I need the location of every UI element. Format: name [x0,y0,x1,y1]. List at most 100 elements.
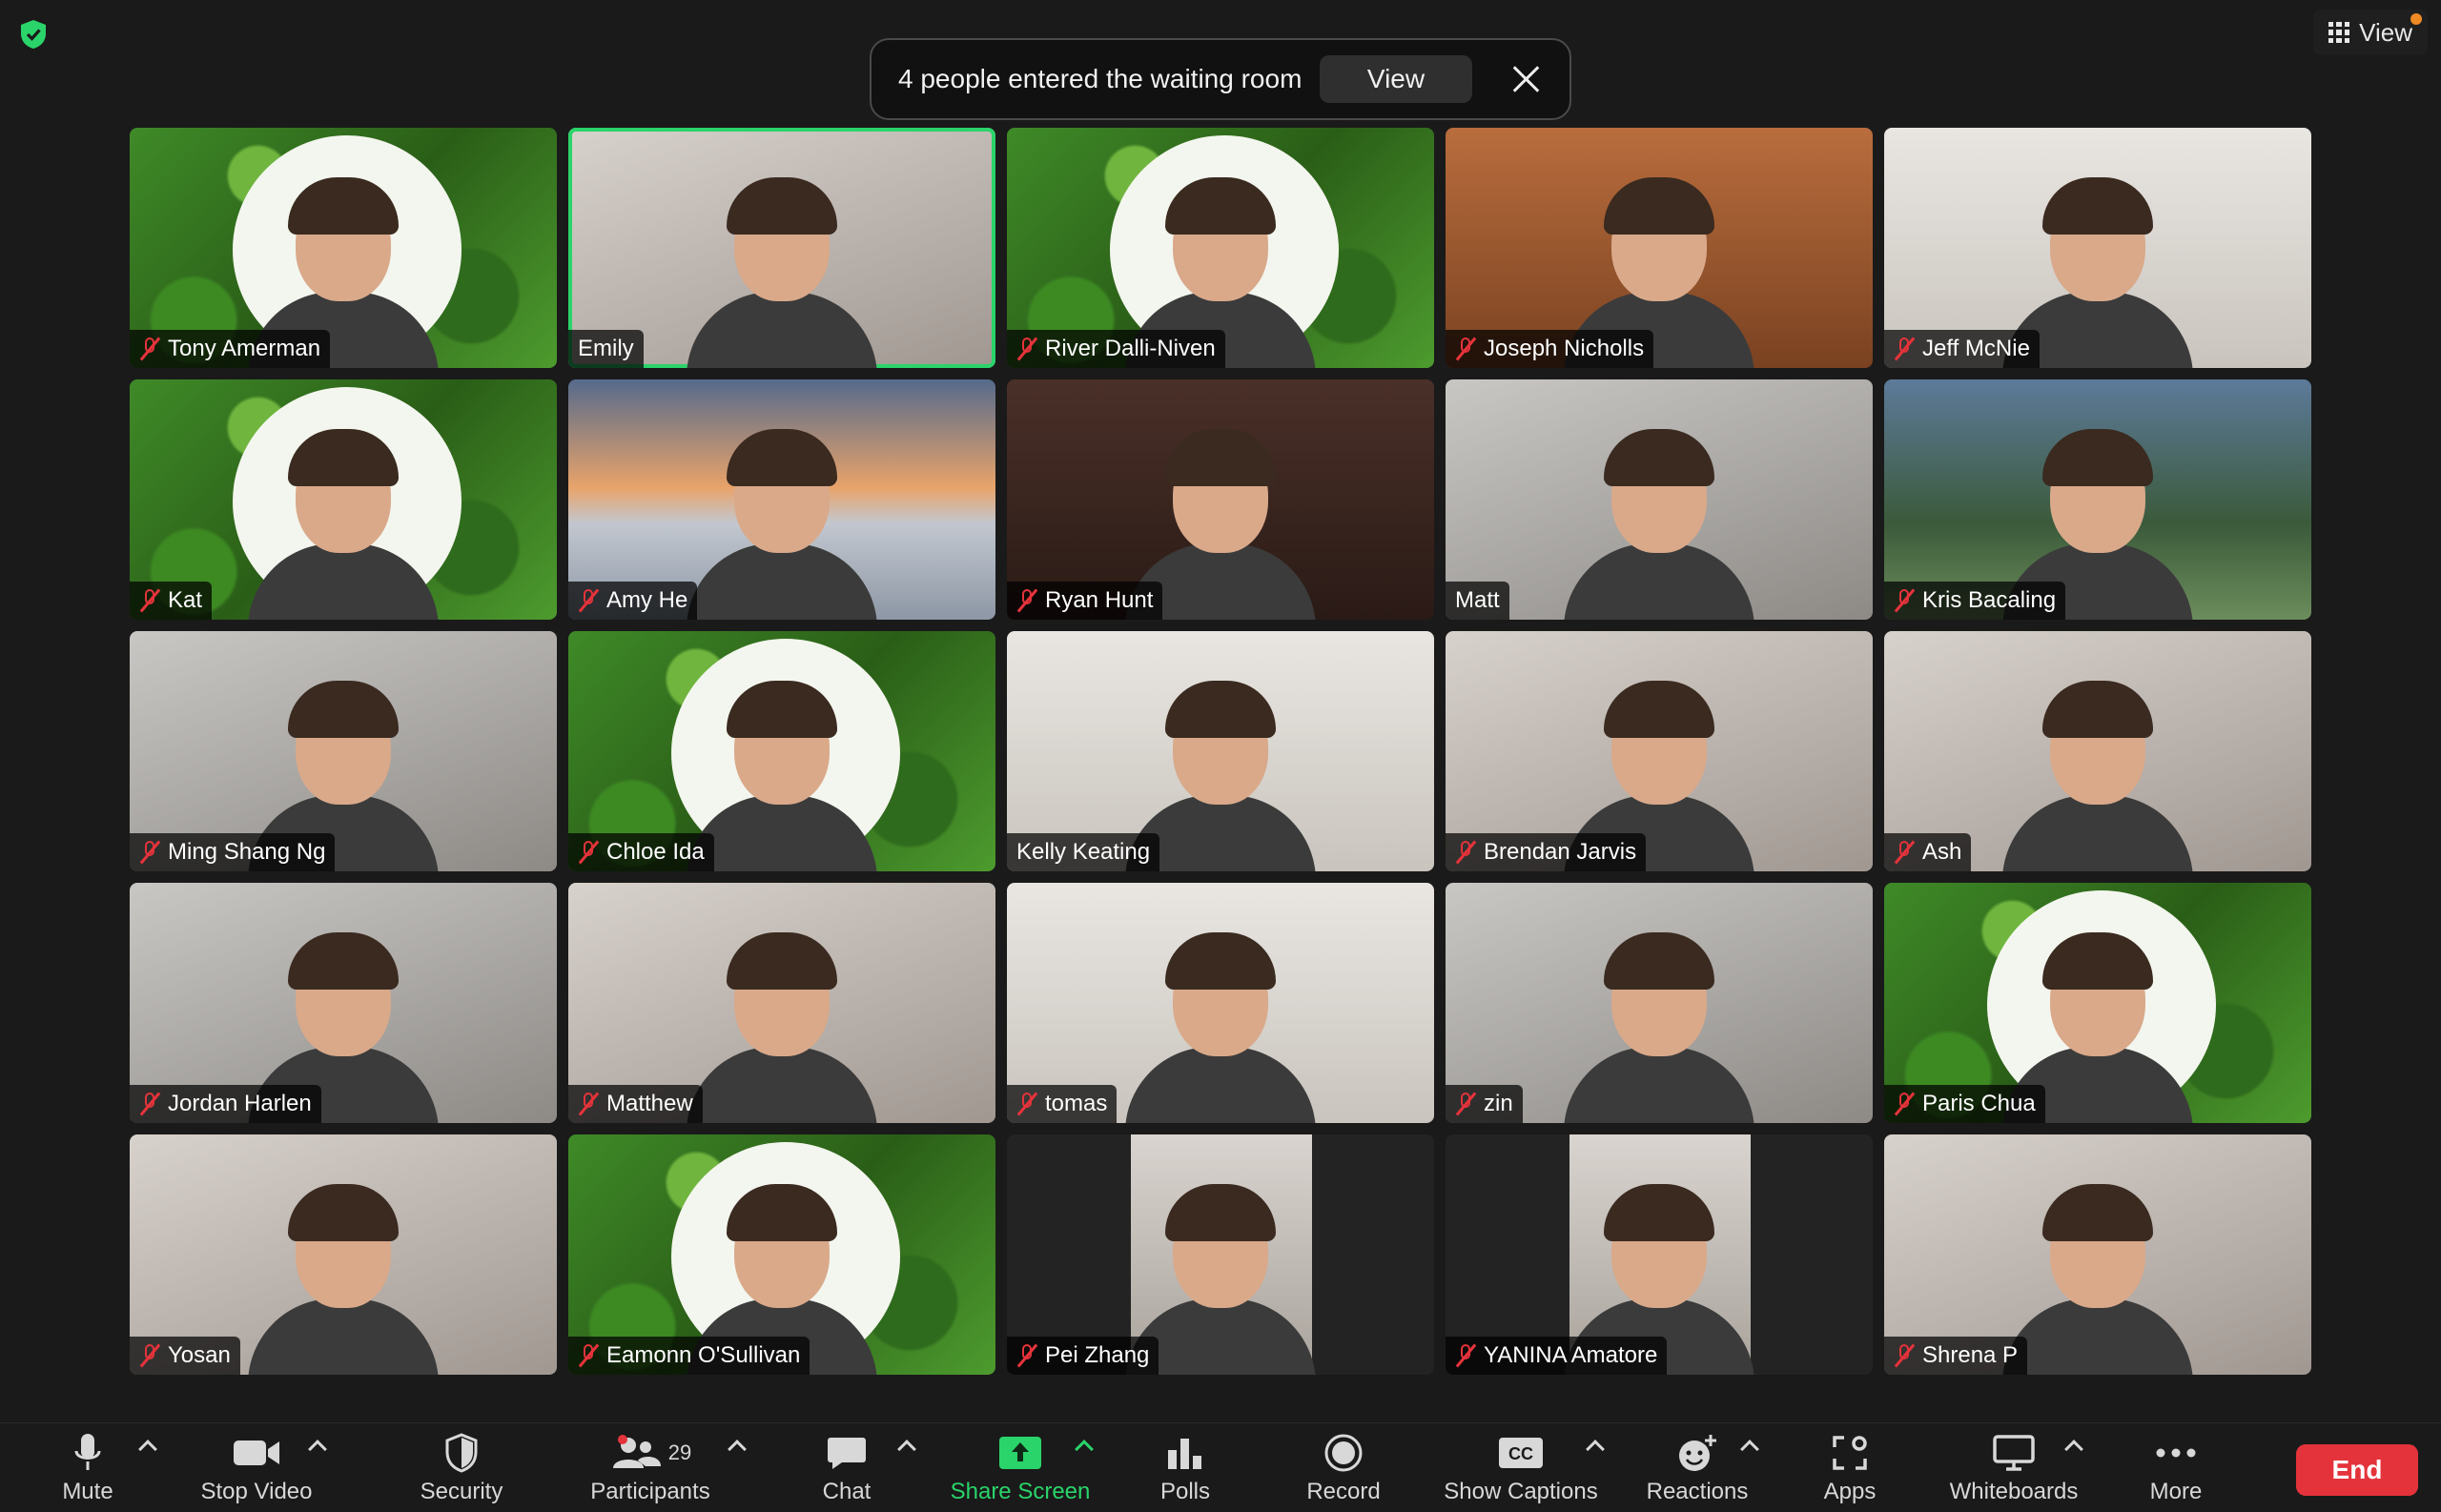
participant-name-tag: Eamonn O'Sullivan [568,1337,810,1375]
video-tile[interactable]: Matthew [568,883,995,1123]
participant-video [248,429,439,620]
chat-options-chevron-icon[interactable] [897,1440,916,1459]
grid-icon [2328,22,2350,43]
video-tile[interactable]: Kelly Keating [1007,631,1434,871]
waiting-room-banner: 4 people entered the waiting room View [870,38,1571,120]
record-icon [1323,1429,1364,1477]
participant-name-tag: Ryan Hunt [1007,582,1163,620]
share-screen-button[interactable]: Share Screen [944,1429,1097,1505]
muted-microphone-icon [139,588,161,613]
muted-microphone-icon [1455,1343,1477,1368]
waiting-room-message: 4 people entered the waiting room [898,64,1303,93]
captions-badge-text: CC [1508,1444,1533,1463]
video-tile[interactable]: Brendan Jarvis [1446,631,1873,871]
participants-options-chevron-icon[interactable] [728,1440,747,1459]
encryption-shield-icon[interactable] [19,19,48,50]
apps-label: Apps [1823,1479,1877,1504]
end-meeting-button[interactable]: End [2296,1444,2418,1496]
video-tile[interactable]: tomas [1007,883,1434,1123]
video-tile[interactable]: Emily [568,128,995,368]
muted-microphone-icon [139,337,161,361]
video-tile[interactable]: YANINA Amatore [1446,1134,1873,1375]
participants-button[interactable]: 29 Participants [585,1429,715,1505]
video-tile[interactable]: Ming Shang Ng [130,631,557,871]
video-tile[interactable]: Ash [1884,631,2311,871]
muted-microphone-icon [578,1092,600,1116]
mute-options-chevron-icon[interactable] [138,1440,157,1459]
participant-name: Ash [1922,839,1962,865]
participant-name: River Dalli-Niven [1045,336,1216,361]
apps-button[interactable]: Apps [1814,1429,1886,1505]
more-button[interactable]: More [2140,1429,2212,1505]
video-tile[interactable]: Eamonn O'Sullivan [568,1134,995,1375]
participant-name: Chloe Ida [606,839,705,865]
video-tile[interactable]: Yosan [130,1134,557,1375]
chat-button[interactable]: Chat [809,1429,885,1505]
participant-name: Kat [168,587,203,613]
participant-name-tag: Matthew [568,1085,703,1123]
participant-video [687,429,877,620]
share-screen-icon [998,1429,1042,1477]
participant-name-tag: tomas [1007,1085,1118,1123]
video-tile[interactable]: Jordan Harlen [130,883,557,1123]
security-button[interactable]: Security [414,1429,509,1505]
participant-name-tag: Ming Shang Ng [130,833,336,871]
participant-name: Kris Bacaling [1922,587,2057,613]
participant-name: Tony Amerman [168,336,321,361]
polls-button[interactable]: Polls [1152,1429,1219,1505]
view-layout-button[interactable]: View [2313,10,2428,55]
participant-name: Matthew [606,1091,693,1116]
apps-icon [1831,1429,1869,1477]
video-tile[interactable]: Amy He [568,379,995,620]
close-icon[interactable] [1508,62,1543,96]
participant-name: Ryan Hunt [1045,587,1154,613]
muted-microphone-icon [1016,1092,1038,1116]
video-tile[interactable]: Matt [1446,379,1873,620]
video-tile[interactable]: Pei Zhang [1007,1134,1434,1375]
zoom-meeting-window: { "banner": { "message": "4 people enter… [0,0,2441,1512]
video-tile[interactable]: Tony Amerman [130,128,557,368]
participant-name-tag: Ash [1884,833,1972,871]
video-tile[interactable]: Kris Bacaling [1884,379,2311,620]
whiteboards-button[interactable]: Whiteboards [1939,1429,2088,1505]
video-tile[interactable]: Chloe Ida [568,631,995,871]
participant-name-tag: Paris Chua [1884,1085,2045,1123]
record-button[interactable]: Record [1301,1429,1386,1505]
muted-microphone-icon [1894,840,1916,865]
muted-microphone-icon [139,1092,161,1116]
participant-video [1564,932,1754,1123]
muted-microphone-icon [1894,1092,1916,1116]
participant-name-tag: Matt [1446,582,1509,620]
mute-button[interactable]: Mute [50,1429,126,1505]
participant-name-tag: Pei Zhang [1007,1337,1159,1375]
muted-microphone-icon [1016,337,1038,361]
waiting-room-view-button[interactable]: View [1320,55,1472,103]
video-tile[interactable]: Paris Chua [1884,883,2311,1123]
video-tile[interactable]: Joseph Nicholls [1446,128,1873,368]
video-tile[interactable]: River Dalli-Niven [1007,128,1434,368]
participant-video [687,932,877,1123]
video-tile[interactable]: Kat [130,379,557,620]
show-captions-button[interactable]: CC Show Captions [1440,1429,1602,1505]
participant-name-tag: Joseph Nicholls [1446,330,1654,368]
participant-name: Jeff McNie [1922,336,2030,361]
participant-name: Joseph Nicholls [1484,336,1645,361]
participant-name: Paris Chua [1922,1091,2036,1116]
security-shield-icon [444,1429,479,1477]
participants-alert-dot [618,1435,627,1444]
muted-microphone-icon [578,840,600,865]
participant-video [1125,932,1316,1123]
stop-video-button[interactable]: Stop Video [195,1429,318,1505]
participant-video [248,1184,439,1375]
reactions-button[interactable]: Reactions [1642,1429,1753,1505]
video-tile[interactable]: Shrena P [1884,1134,2311,1375]
participant-video [687,681,877,871]
video-tile[interactable]: Ryan Hunt [1007,379,1434,620]
muted-microphone-icon [578,1343,600,1368]
muted-microphone-icon [1894,1343,1916,1368]
participant-name-tag: Chloe Ida [568,833,714,871]
video-tile[interactable]: zin [1446,883,1873,1123]
participant-name: Shrena P [1922,1342,2019,1368]
participant-name: tomas [1045,1091,1108,1116]
video-tile[interactable]: Jeff McNie [1884,128,2311,368]
